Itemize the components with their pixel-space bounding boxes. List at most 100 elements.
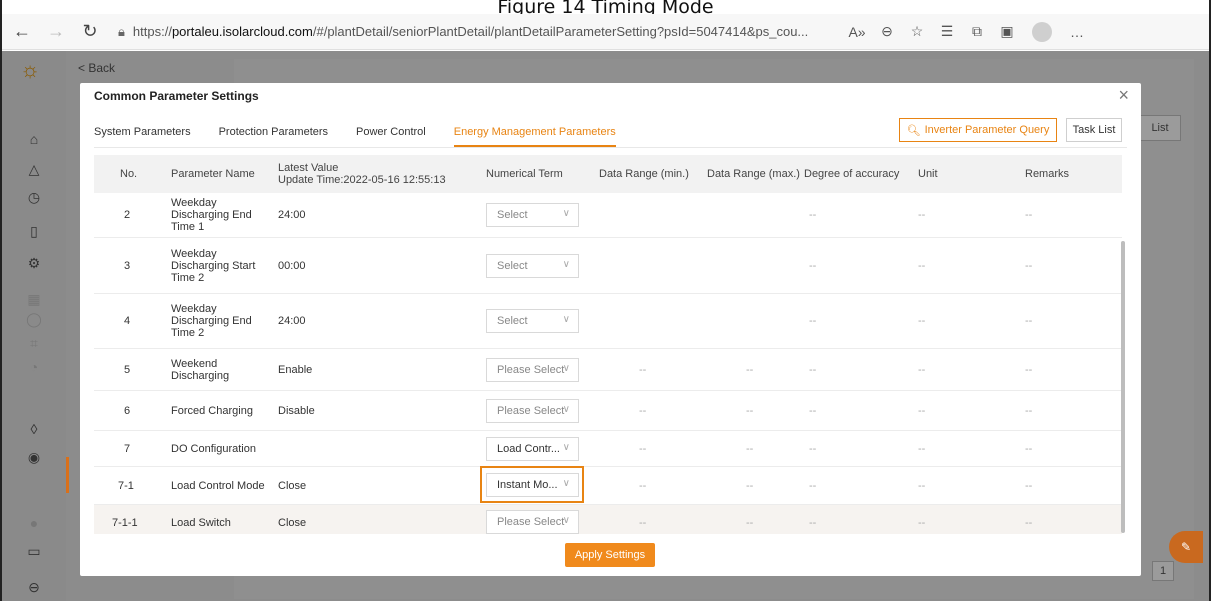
- table-header: No. Parameter Name Latest Value Update T…: [94, 155, 1122, 193]
- zoom-icon[interactable]: ⊖: [872, 18, 902, 46]
- header-parameter-name: Parameter Name: [171, 168, 255, 180]
- history-icon[interactable]: ◷: [24, 187, 44, 207]
- table-row: 4 Weekday Discharging End Time 2 24:00 S…: [94, 294, 1122, 349]
- row-unit: --: [918, 259, 926, 272]
- row-data-range-min: --: [639, 404, 647, 417]
- feedback-icon[interactable]: ✎: [1169, 531, 1203, 563]
- timer-icon[interactable]: ◔: [24, 357, 44, 377]
- row-parameter-name: DO Configuration: [171, 442, 256, 455]
- tab-protection-parameters[interactable]: Protection Parameters: [219, 126, 328, 147]
- numerical-term-select[interactable]: Select ∨: [486, 203, 579, 227]
- header-latest-label: Latest Value: [278, 162, 339, 174]
- favorites-icon[interactable]: ☰: [932, 18, 962, 46]
- header-no: No.: [120, 168, 138, 180]
- row-unit: --: [918, 479, 926, 492]
- settings-icon[interactable]: ⚙: [24, 253, 44, 273]
- background-page-number[interactable]: 1: [1152, 561, 1174, 581]
- row-no: 4: [124, 315, 131, 327]
- chevron-down-icon: ∨: [562, 442, 570, 453]
- query-button-label: Inverter Parameter Query: [924, 124, 1050, 136]
- monitor-icon[interactable]: ▭: [24, 541, 44, 561]
- table-row: 5 Weekend Discharging Enable Please Sele…: [94, 349, 1122, 391]
- numerical-term-select[interactable]: Select ∨: [486, 309, 579, 333]
- forward-icon[interactable]: →: [42, 18, 70, 46]
- logout-icon[interactable]: ⊖: [24, 577, 44, 597]
- row-data-range-max: --: [746, 363, 754, 376]
- url-host: portaleu.isolarcloud.com: [171, 24, 313, 39]
- row-accuracy: --: [809, 516, 817, 529]
- chevron-down-icon: ∨: [562, 515, 570, 526]
- row-remarks: --: [1025, 516, 1033, 529]
- header-numerical-term: Numerical Term: [486, 168, 563, 180]
- row-data-range-min: --: [639, 479, 647, 492]
- tab-power-control[interactable]: Power Control: [356, 126, 426, 147]
- numerical-term-select[interactable]: Please Select ∨: [486, 399, 579, 423]
- tab-energy-management-parameters[interactable]: Energy Management Parameters: [453, 126, 616, 147]
- row-data-range-min: --: [639, 442, 647, 455]
- row-latest-value: 00:00: [278, 259, 306, 272]
- row-unit: --: [918, 516, 926, 529]
- row-parameter-name: Load Switch: [171, 516, 231, 529]
- close-icon[interactable]: ×: [1118, 85, 1129, 106]
- table-scrollbar[interactable]: [1121, 241, 1125, 533]
- tab-bar: System Parameters Protection Parameters …: [94, 126, 644, 147]
- device-icon[interactable]: ⌗: [24, 333, 44, 353]
- header-latest-value: Latest Value Update Time:2022-05-16 12:5…: [278, 155, 446, 193]
- chevron-down-icon: ∨: [562, 208, 570, 219]
- numerical-term-select[interactable]: Please Select ∨: [486, 358, 579, 382]
- row-remarks: --: [1025, 404, 1033, 417]
- name-line: Weekday: [171, 247, 217, 260]
- extensions-icon[interactable]: ▣: [992, 18, 1022, 46]
- table-row: 3 Weekday Discharging Start Time 2 00:00…: [94, 238, 1122, 294]
- table-row: 6 Forced Charging Disable Please Select ∨…: [94, 391, 1122, 431]
- numerical-term-select[interactable]: Select ∨: [486, 254, 579, 278]
- home-icon[interactable]: ⌂: [24, 129, 44, 149]
- help-icon[interactable]: ◉: [24, 447, 44, 467]
- grid-icon[interactable]: ▦: [24, 289, 44, 309]
- numerical-term-select[interactable]: Instant Mo... ∨: [486, 473, 579, 497]
- apply-settings-button[interactable]: Apply Settings: [565, 543, 655, 567]
- shield-icon[interactable]: ◯: [24, 309, 44, 329]
- inverter-parameter-query-button[interactable]: 🔍︎ Inverter Parameter Query: [899, 118, 1057, 142]
- user-icon[interactable]: ●: [24, 513, 44, 533]
- favorite-add-icon[interactable]: ☆: [902, 18, 932, 46]
- background-list-button[interactable]: List: [1139, 115, 1181, 141]
- more-icon[interactable]: …: [1062, 18, 1092, 46]
- row-latest-value: Disable: [278, 404, 315, 417]
- name-line: Discharging: [171, 369, 230, 382]
- tab-system-parameters[interactable]: System Parameters: [94, 126, 191, 147]
- row-accuracy: --: [809, 404, 817, 417]
- task-list-button[interactable]: Task List: [1066, 118, 1122, 142]
- lock-icon[interactable]: 🔒︎: [118, 24, 125, 40]
- row-parameter-name: Weekend Discharging: [171, 349, 229, 390]
- numerical-term-select[interactable]: Load Contr... ∨: [486, 437, 579, 461]
- row-remarks: --: [1025, 363, 1033, 376]
- collections-icon[interactable]: ⧉: [962, 18, 992, 46]
- sidebar-selection-indicator: [66, 457, 69, 493]
- row-parameter-name: Weekday Discharging End Time 2: [171, 294, 252, 348]
- name-line: Discharging End: [171, 209, 252, 221]
- row-remarks: --: [1025, 479, 1033, 492]
- row-data-range-max: --: [746, 404, 754, 417]
- refresh-icon[interactable]: ↻: [76, 18, 104, 46]
- row-latest-value: 24:00: [278, 209, 306, 221]
- tab-divider: [94, 147, 1127, 148]
- header-update-time: Update Time:2022-05-16 12:55:13: [278, 174, 446, 186]
- profile-icon[interactable]: [1032, 21, 1052, 42]
- address-bar[interactable]: 🔒︎ https://portaleu.isolarcloud.com/#/pl…: [118, 18, 838, 46]
- bell-icon[interactable]: ◊: [24, 419, 44, 439]
- row-accuracy: --: [809, 209, 817, 221]
- select-value: Select: [497, 315, 528, 327]
- logo-icon[interactable]: ☼: [20, 57, 40, 83]
- row-latest-value: 24:00: [278, 315, 306, 327]
- chart-icon[interactable]: ▯: [24, 221, 44, 241]
- alarm-icon[interactable]: △: [24, 159, 44, 179]
- select-value: Please Select: [497, 364, 565, 376]
- row-no: 7-1-1: [112, 516, 138, 529]
- header-data-range-max: Data Range (max.): [707, 168, 800, 180]
- numerical-term-select[interactable]: Please Select ∨: [486, 510, 579, 534]
- row-unit: --: [918, 442, 926, 455]
- read-aloud-icon[interactable]: A»: [842, 18, 872, 46]
- back-link[interactable]: < Back: [78, 61, 115, 75]
- back-icon[interactable]: ←: [8, 18, 36, 46]
